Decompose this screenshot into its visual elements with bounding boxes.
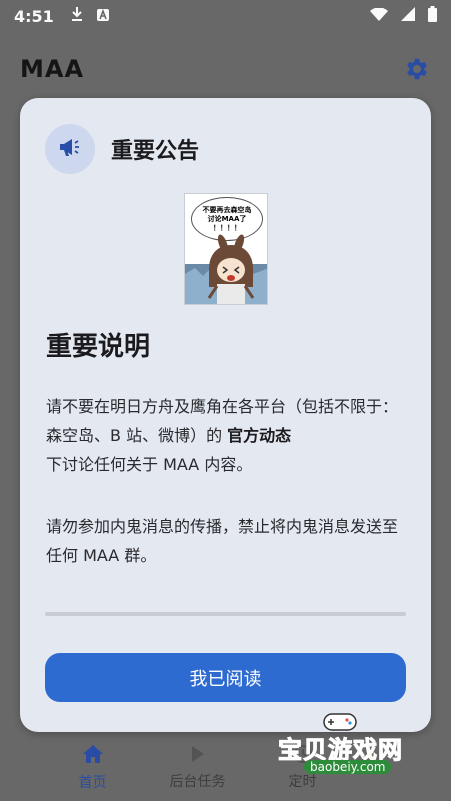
site-watermark: 宝贝游戏网 baobeiy.com (272, 708, 442, 788)
i-have-read-button[interactable]: 我已阅读 (45, 653, 406, 702)
notice-paragraph-1-text-b: 下讨论任何关于 MAA 内容。 (46, 455, 253, 474)
dialog-title: 重要公告 (111, 139, 200, 164)
notice-paragraph-1-text-a: 请不要在明日方舟及鹰角在各平台（包括不限于：森空岛、B 站、微博）的 (46, 397, 399, 445)
watermark-url: baobeiy.com (304, 760, 392, 774)
comic-character-drawing (185, 234, 267, 304)
notice-paragraph-1: 请不要在明日方舟及鹰角在各平台（包括不限于：森空岛、B 站、微博）的 官方动态下… (46, 392, 411, 479)
dialog-header: 重要公告 (45, 124, 199, 174)
notice-paragraph-2: 请勿参加内鬼消息的传播，禁止将内鬼消息发送至任何 MAA 群。 (46, 517, 399, 565)
notice-paragraph-1-bold: 官方动态 (227, 426, 292, 445)
reading-progress-bar (45, 612, 406, 616)
megaphone-icon (58, 136, 82, 162)
announcement-comic-image: 不要再去森空岛 讨论MAA了 ！！！！ (184, 193, 268, 305)
gamepad-icon (323, 713, 357, 731)
announcement-dialog: 重要公告 不要再去森空岛 讨论MAA了 ！！！！ 重要说明 请不要在明日方舟及鹰… (20, 98, 431, 732)
section-title: 重要说明 (46, 332, 151, 362)
megaphone-icon-badge (45, 124, 95, 174)
